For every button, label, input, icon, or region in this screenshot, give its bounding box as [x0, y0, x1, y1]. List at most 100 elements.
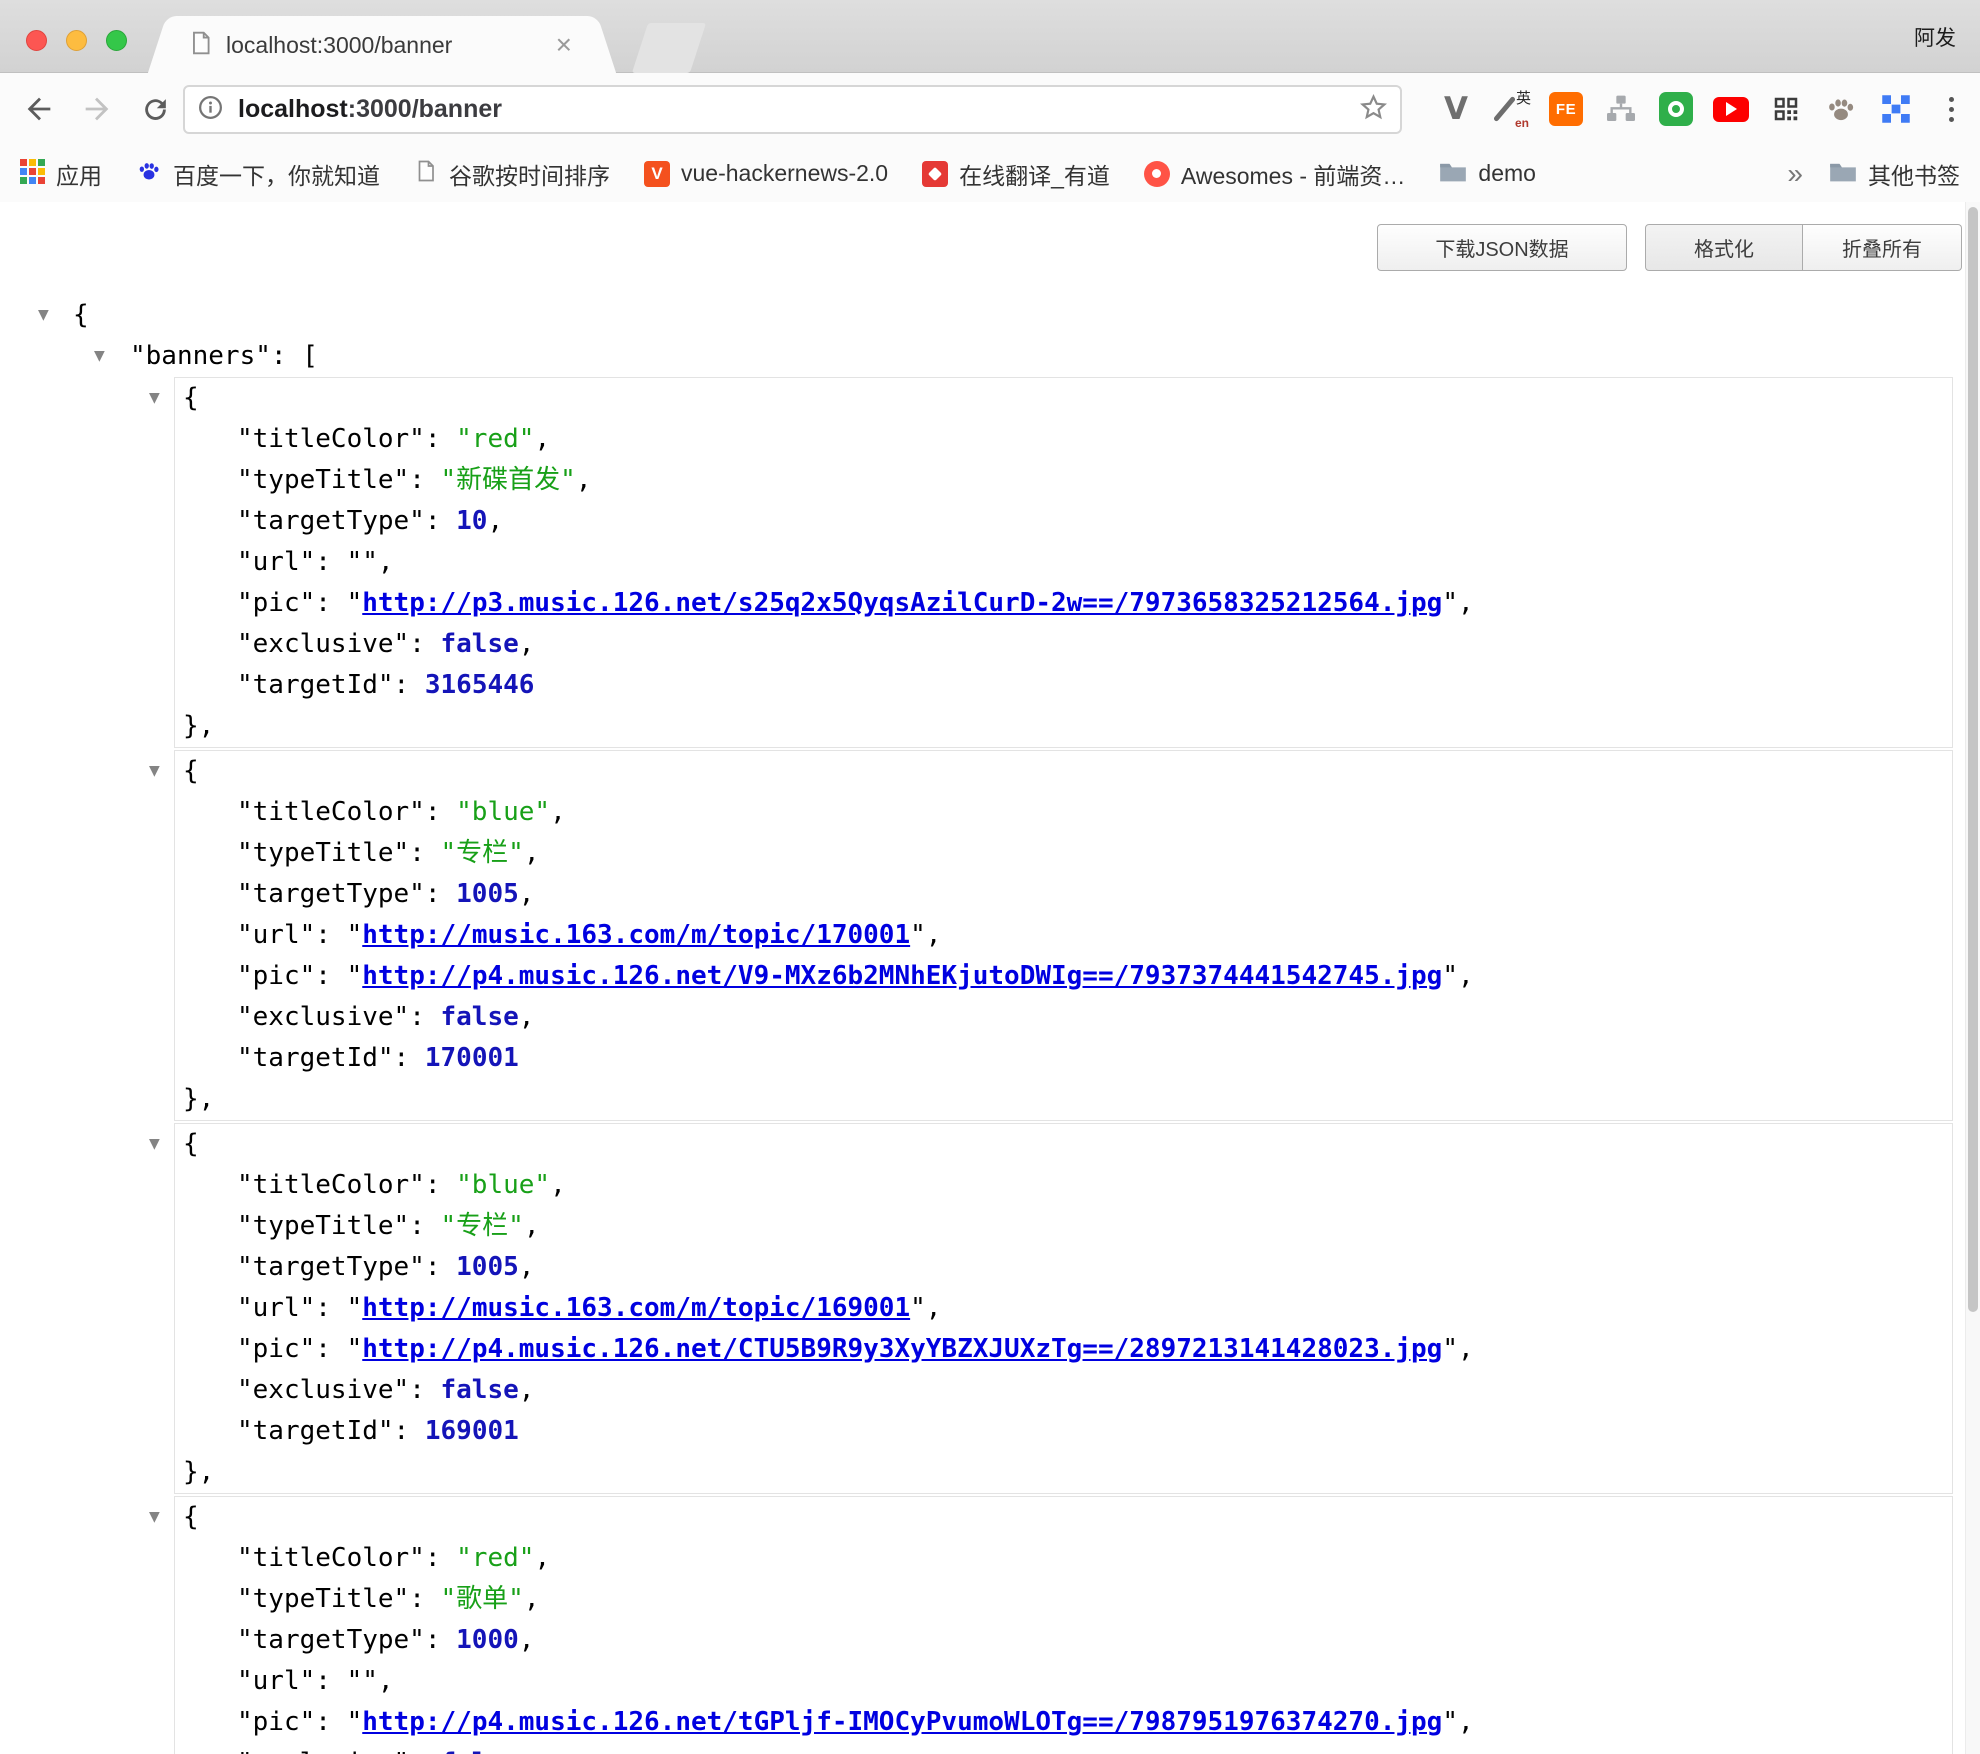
- page-info-icon[interactable]: [197, 94, 224, 126]
- back-button[interactable]: [22, 92, 56, 126]
- json-number: 3165446: [425, 670, 535, 700]
- youdao-en-glyph: en: [1515, 116, 1529, 130]
- json-line: "typeTitle": "专栏",: [175, 1206, 1952, 1247]
- json-line: {: [175, 378, 1952, 419]
- bookmark-apps[interactable]: 应用: [20, 157, 102, 191]
- address-bar[interactable]: localhost:3000/banner: [183, 85, 1402, 134]
- json-string: "专栏": [441, 1211, 524, 1241]
- json-line: "titleColor": "red",: [175, 1538, 1952, 1579]
- json-url-link[interactable]: http://p4.music.126.net/V9-MXz6b2MNhEKju…: [362, 961, 1442, 991]
- collapse-toggle-icon[interactable]: ▼: [149, 1497, 160, 1538]
- json-boolean: false: [441, 1375, 519, 1405]
- json-line: "url": "http://music.163.com/m/topic/170…: [175, 915, 1952, 956]
- json-line: "titleColor": "red",: [175, 419, 1952, 460]
- json-line: {: [175, 751, 1952, 792]
- json-string: "新碟首发": [441, 465, 576, 495]
- url-text: localhost:3000/banner: [238, 95, 1359, 124]
- json-url-link[interactable]: http://p4.music.126.net/tGPljf-IMOCyPvum…: [362, 1707, 1442, 1737]
- bookmark-item-demo-folder[interactable]: demo: [1439, 160, 1536, 188]
- reload-button[interactable]: [138, 92, 172, 126]
- download-json-button[interactable]: 下载JSON数据: [1377, 224, 1627, 271]
- json-line: "typeTitle": "专栏",: [175, 833, 1952, 874]
- json-string: "歌单": [441, 1584, 524, 1614]
- json-number: 170001: [425, 1043, 519, 1073]
- close-window-button[interactable]: [26, 30, 47, 51]
- qrcode-extension-icon[interactable]: [1765, 87, 1807, 131]
- scrollbar-thumb[interactable]: [1968, 207, 1978, 1312]
- bookmark-star-icon[interactable]: [1359, 93, 1388, 127]
- green-shield-extension-icon[interactable]: [1655, 87, 1697, 131]
- bookmark-item-vue-hackernews[interactable]: V vue-hackernews-2.0: [644, 160, 888, 187]
- json-key: "targetId": [237, 1416, 394, 1446]
- youtube-extension-icon[interactable]: [1710, 87, 1752, 131]
- json-line: "targetType": 1000,: [175, 1620, 1952, 1661]
- url-path: :3000/banner: [348, 95, 502, 123]
- json-url-link[interactable]: http://p3.music.126.net/s25q2x5QyqsAzilC…: [362, 588, 1442, 618]
- json-object-box: ▼{"titleColor": "blue","typeTitle": "专栏"…: [174, 1123, 1953, 1494]
- json-object-box: ▼{"titleColor": "red","typeTitle": "歌单",…: [174, 1496, 1953, 1754]
- json-line: "pic": "http://p3.music.126.net/s25q2x5Q…: [175, 583, 1952, 624]
- json-key: "titleColor": [237, 424, 425, 454]
- youdao-dict-extension-icon[interactable]: 英 en: [1490, 87, 1532, 131]
- browser-menu-button[interactable]: [1930, 87, 1972, 131]
- fe-glyph: FE: [1549, 92, 1583, 126]
- youdao-pen-icon: 英 en: [1493, 90, 1529, 128]
- vimium-extension-icon[interactable]: V: [1435, 87, 1477, 131]
- json-url-link[interactable]: http://music.163.com/m/topic/169001: [362, 1293, 910, 1323]
- sitemap-extension-icon[interactable]: [1600, 87, 1642, 131]
- json-line: },: [175, 1452, 1952, 1493]
- vue-favicon: V: [644, 161, 670, 187]
- collapse-toggle-icon[interactable]: ▼: [149, 1124, 160, 1165]
- bookmark-label: 在线翻译_有道: [959, 157, 1110, 191]
- json-line: "targetId": 170001: [175, 1038, 1952, 1079]
- vimium-glyph: V: [1444, 91, 1468, 127]
- json-key: "targetType": [237, 506, 425, 536]
- json-key: "typeTitle": [237, 1584, 409, 1614]
- bookmark-item-baidu[interactable]: 百度一下，你就知道: [136, 157, 380, 191]
- browser-tab[interactable]: localhost:3000/banner ×: [172, 16, 592, 74]
- json-line: "url": "http://music.163.com/m/topic/169…: [175, 1288, 1952, 1329]
- fehelper-extension-icon[interactable]: FE: [1545, 87, 1587, 131]
- json-key: "exclusive": [237, 629, 409, 659]
- json-line: "targetType": 1005,: [175, 1247, 1952, 1288]
- tab-close-icon[interactable]: ×: [552, 31, 576, 59]
- scrollbar[interactable]: [1965, 202, 1980, 1754]
- json-line: {: [175, 1497, 1952, 1538]
- new-tab-button[interactable]: [632, 23, 706, 73]
- collapse-toggle-icon[interactable]: ▼: [149, 378, 160, 419]
- json-string: "blue": [456, 797, 550, 827]
- bookmark-item-awesomes[interactable]: Awesomes - 前端资…: [1144, 157, 1406, 191]
- browser-window: localhost:3000/banner × 阿发 localhost:300…: [0, 0, 1980, 1754]
- folder-icon: [1439, 160, 1467, 188]
- blue-grid-extension-icon[interactable]: [1875, 87, 1917, 131]
- json-key: "targetType": [237, 879, 425, 909]
- bookmark-item-youdao-translate[interactable]: 在线翻译_有道: [922, 157, 1110, 191]
- json-key: "targetId": [237, 670, 394, 700]
- zoom-window-button[interactable]: [106, 30, 127, 51]
- kebab-menu-icon: [1949, 97, 1954, 122]
- bookmark-item-google-sort[interactable]: 谷歌按时间排序: [414, 157, 610, 191]
- collapse-toggle-icon[interactable]: ▼: [94, 336, 105, 377]
- collapse-toggle-icon[interactable]: ▼: [38, 295, 49, 336]
- bookmark-label: Awesomes - 前端资…: [1181, 157, 1406, 191]
- paw-extension-icon[interactable]: [1820, 87, 1862, 131]
- json-key: "url": [237, 920, 315, 950]
- collapse-toggle-icon[interactable]: ▼: [149, 751, 160, 792]
- bookmarks-overflow-chevron[interactable]: »: [1787, 158, 1803, 190]
- folder-icon: [1829, 160, 1857, 188]
- format-button[interactable]: 格式化: [1645, 224, 1803, 271]
- json-key: "exclusive": [237, 1748, 409, 1754]
- bookmark-label: vue-hackernews-2.0: [681, 160, 888, 187]
- other-bookmarks-folder[interactable]: 其他书签: [1829, 157, 1960, 191]
- minimize-window-button[interactable]: [66, 30, 87, 51]
- json-url-link[interactable]: http://music.163.com/m/topic/170001: [362, 920, 910, 950]
- json-object-box: ▼{"titleColor": "red","typeTitle": "新碟首发…: [174, 377, 1953, 748]
- tab-title: localhost:3000/banner: [226, 32, 552, 59]
- collapse-all-button[interactable]: 折叠所有: [1803, 224, 1962, 271]
- navigation-bar: localhost:3000/banner V 英 en FE: [0, 73, 1980, 145]
- forward-button[interactable]: [80, 92, 114, 126]
- json-key: "url": [237, 547, 315, 577]
- json-url-link[interactable]: http://p4.music.126.net/CTU5B9R9y3XyYBZX…: [362, 1334, 1442, 1364]
- json-number: 169001: [425, 1416, 519, 1446]
- page-content: 下载JSON数据 格式化 折叠所有 ▼{▼"banners": [▼{"titl…: [0, 202, 1980, 1754]
